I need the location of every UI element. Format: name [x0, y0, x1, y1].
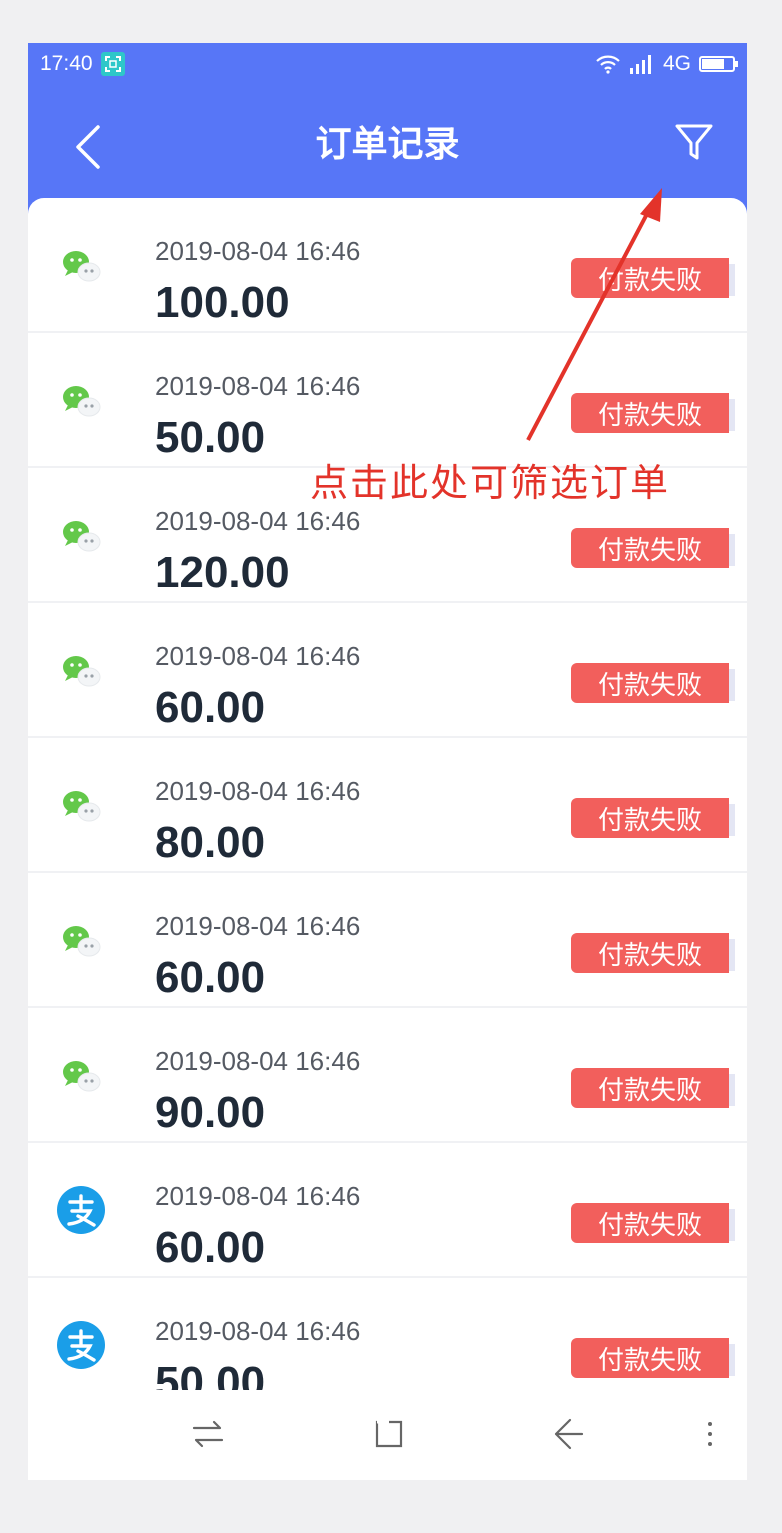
status-time: 17:40	[40, 52, 93, 75]
status-badge: 付款失败	[571, 1068, 729, 1108]
status-badge: 付款失败	[571, 933, 729, 973]
alipay-icon	[57, 1321, 105, 1369]
order-amount: 50.00	[155, 1358, 266, 1390]
network-type: 4G	[662, 52, 691, 75]
order-amount: 120.00	[155, 548, 290, 597]
annotation-text: 点击此处可筛选订单	[310, 461, 671, 505]
order-amount: 60.00	[155, 953, 266, 1002]
wechat-icon	[63, 386, 101, 417]
alipay-icon	[57, 1186, 105, 1234]
wechat-icon	[63, 251, 101, 282]
battery-icon	[699, 56, 738, 72]
wechat-icon	[63, 521, 101, 552]
status-badge: 付款失败	[571, 1203, 729, 1243]
order-row[interactable]: 2019-08-04 16:46 60.00 付款失败	[28, 1143, 747, 1278]
order-datetime: 2019-08-04 16:46	[155, 236, 361, 266]
status-badge: 付款失败	[571, 258, 729, 298]
order-datetime: 2019-08-04 16:46	[155, 641, 361, 671]
order-row[interactable]: 2019-08-04 16:46 50.00 付款失败	[28, 333, 747, 468]
page-title: 订单记录	[315, 124, 460, 165]
status-icons: 4G	[595, 52, 738, 76]
order-amount: 80.00	[155, 818, 266, 867]
wechat-icon	[63, 656, 101, 687]
order-amount: 60.00	[155, 683, 266, 732]
order-row[interactable]: 2019-08-04 16:46 50.00 付款失败	[28, 1278, 747, 1390]
wifi-icon	[596, 55, 620, 74]
wechat-icon	[63, 791, 101, 822]
status-badge: 付款失败	[571, 393, 729, 433]
menu-icon[interactable]	[692, 1414, 732, 1454]
order-datetime: 2019-08-04 16:46	[155, 911, 361, 941]
wechat-icon	[63, 926, 101, 957]
order-amount: 90.00	[155, 1088, 266, 1137]
phone-screen: 17:40 4G 订单记录 2019-08-04 16:46 100.00 付款失败…	[28, 43, 747, 1480]
home-square-icon[interactable]	[369, 1414, 409, 1454]
status-badge: 付款失败	[571, 663, 729, 703]
order-datetime: 2019-08-04 16:46	[155, 371, 361, 401]
status-badge: 付款失败	[571, 1338, 729, 1378]
screenshot-icon	[100, 52, 125, 76]
wechat-icon	[63, 1061, 101, 1092]
switch-icon[interactable]	[188, 1414, 228, 1454]
order-row[interactable]: 2019-08-04 16:46 90.00 付款失败	[28, 1008, 747, 1143]
system-navbar	[28, 1390, 747, 1480]
back-arrow-icon[interactable]	[548, 1414, 588, 1454]
status-bar: 17:40 4G	[28, 43, 747, 85]
order-row[interactable]: 2019-08-04 16:46 80.00 付款失败	[28, 738, 747, 873]
order-datetime: 2019-08-04 16:46	[155, 506, 361, 536]
order-datetime: 2019-08-04 16:46	[155, 1181, 361, 1211]
order-row[interactable]: 2019-08-04 16:46 100.00 付款失败	[28, 198, 747, 333]
status-badge: 付款失败	[571, 528, 729, 568]
order-amount: 100.00	[155, 278, 290, 327]
filter-icon[interactable]	[673, 121, 715, 163]
order-amount: 50.00	[155, 413, 266, 462]
order-row[interactable]: 2019-08-04 16:46 60.00 付款失败	[28, 603, 747, 738]
order-amount: 60.00	[155, 1223, 266, 1272]
order-datetime: 2019-08-04 16:46	[155, 776, 361, 806]
status-badge: 付款失败	[571, 798, 729, 838]
order-datetime: 2019-08-04 16:46	[155, 1046, 361, 1076]
order-datetime: 2019-08-04 16:46	[155, 1316, 361, 1346]
order-list: 2019-08-04 16:46 100.00 付款失败 2019-08-04 16:…	[28, 198, 747, 1390]
order-row[interactable]: 2019-08-04 16:46 60.00 付款失败	[28, 873, 747, 1008]
signal-icon	[629, 55, 651, 74]
